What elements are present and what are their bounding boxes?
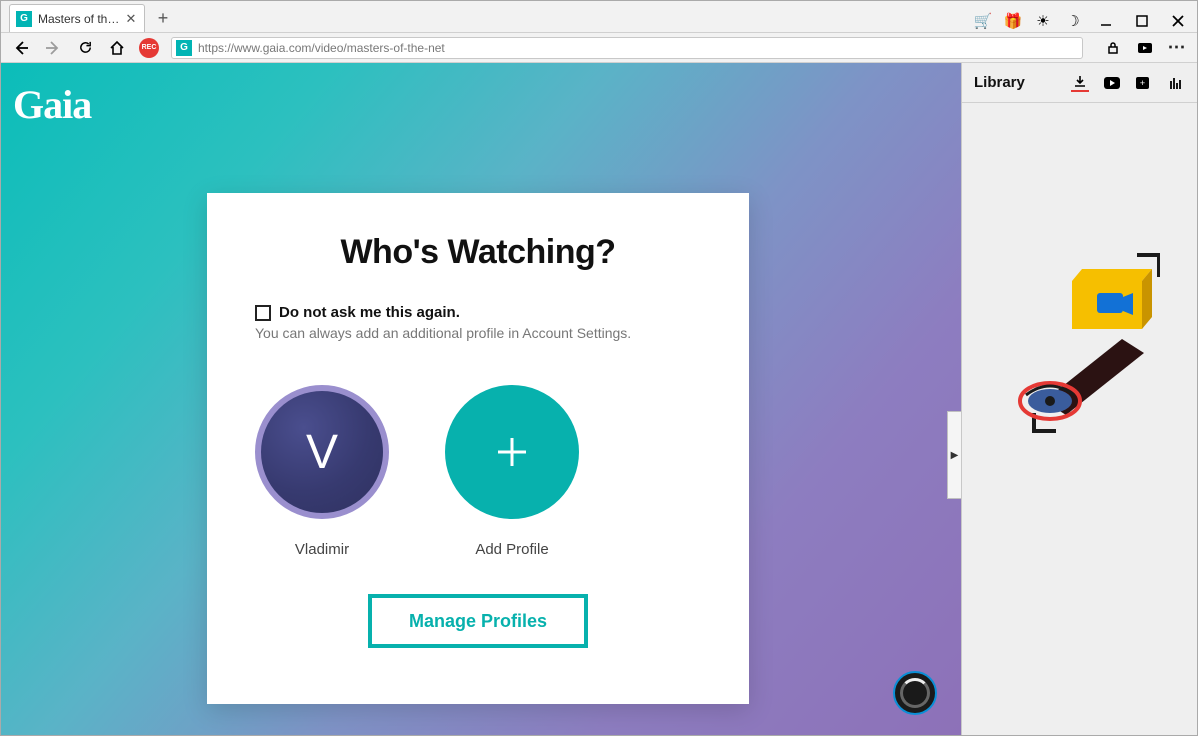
avatar-letter: V xyxy=(306,425,338,480)
window-minimize-button[interactable] xyxy=(1093,10,1119,32)
svg-text:+: + xyxy=(1140,78,1145,88)
equalizer-icon[interactable] xyxy=(1167,74,1185,92)
profiles-row: V Vladimir Add Profile xyxy=(255,385,701,558)
checkbox-label: Do not ask me this again. xyxy=(279,304,460,321)
plus-icon xyxy=(488,428,536,476)
sidebar-collapse-handle[interactable]: ▶ xyxy=(947,411,961,499)
sidebar-illustration xyxy=(1004,253,1160,433)
reload-button[interactable] xyxy=(75,38,95,58)
profile-label: Vladimir xyxy=(295,541,349,558)
video-icon[interactable] xyxy=(1135,38,1155,58)
tab-title: Masters of the Ne xyxy=(38,12,124,26)
address-bar[interactable]: G https://www.gaia.com/video/masters-of-… xyxy=(171,37,1083,59)
tab-strip: G Masters of the Ne ✕ + 🛒 🎁 ☀ ☽ xyxy=(1,1,1197,33)
home-button[interactable] xyxy=(107,38,127,58)
tab-close-icon[interactable]: ✕ xyxy=(124,12,138,26)
download-icon[interactable] xyxy=(1071,74,1089,92)
sidebar-header: Library + xyxy=(962,63,1197,103)
browser-tab[interactable]: G Masters of the Ne ✕ xyxy=(9,4,145,32)
window-maximize-button[interactable] xyxy=(1129,10,1155,32)
brightness-icon[interactable]: ☀ xyxy=(1033,11,1053,31)
profile-avatar: V xyxy=(255,385,389,519)
new-tab-button[interactable]: + xyxy=(149,4,177,32)
youtube-icon[interactable] xyxy=(1103,74,1121,92)
video-add-icon[interactable]: + xyxy=(1135,74,1153,92)
profile-vladimir[interactable]: V Vladimir xyxy=(255,385,389,558)
profile-card: Who's Watching? Do not ask me this again… xyxy=(207,193,749,704)
address-favicon: G xyxy=(176,40,192,56)
lock-icon[interactable] xyxy=(1103,38,1123,58)
night-icon[interactable]: ☽ xyxy=(1063,11,1083,31)
checkbox-subtext: You can always add an additional profile… xyxy=(255,325,701,341)
sidebar-title: Library xyxy=(974,74,1025,91)
site-logo: Gaia xyxy=(13,81,91,128)
cart-icon[interactable]: 🛒 xyxy=(973,11,993,31)
nav-bar: REC G https://www.gaia.com/video/masters… xyxy=(1,33,1197,63)
titlebar-actions: 🛒 🎁 ☀ ☽ xyxy=(973,10,1197,32)
back-button[interactable] xyxy=(11,38,31,58)
checkbox-row: Do not ask me this again. xyxy=(255,304,701,321)
add-profile-label: Add Profile xyxy=(475,541,548,558)
record-button[interactable]: REC xyxy=(139,38,159,58)
sidebar-body xyxy=(962,103,1197,735)
card-heading: Who's Watching? xyxy=(255,233,701,272)
address-url: https://www.gaia.com/video/masters-of-th… xyxy=(198,41,445,55)
window-close-button[interactable] xyxy=(1165,10,1191,32)
tab-favicon: G xyxy=(16,11,32,27)
menu-icon[interactable]: ⋯ xyxy=(1167,38,1187,58)
add-profile-avatar xyxy=(445,385,579,519)
gift-icon[interactable]: 🎁 xyxy=(1003,11,1023,31)
library-sidebar: Library + xyxy=(961,63,1197,735)
add-profile-button[interactable]: Add Profile xyxy=(445,385,579,558)
sidebar-icons: + xyxy=(1071,74,1185,92)
loading-spinner-icon[interactable] xyxy=(893,671,937,715)
page-content: Gaia Who's Watching? Do not ask me this … xyxy=(1,63,961,735)
nav-right: ⋯ xyxy=(1095,38,1187,58)
manage-profiles-button[interactable]: Manage Profiles xyxy=(368,594,588,648)
forward-button[interactable] xyxy=(43,38,63,58)
do-not-ask-checkbox[interactable] xyxy=(255,305,271,321)
workspace: Gaia Who's Watching? Do not ask me this … xyxy=(1,63,1197,735)
